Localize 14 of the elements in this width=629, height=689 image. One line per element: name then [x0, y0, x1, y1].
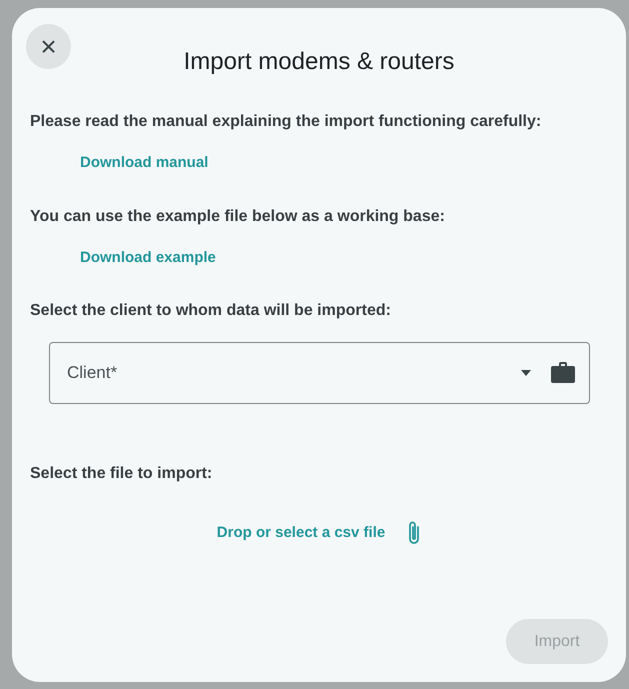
- select-placeholder: Client*: [67, 362, 118, 384]
- dropdown-caret-icon: [521, 370, 531, 376]
- section-heading: You can use the example file below as a working base:: [30, 206, 445, 226]
- paperclip-icon: [407, 520, 422, 546]
- close-button[interactable]: ×: [26, 24, 71, 69]
- download-link[interactable]: Download example: [80, 246, 216, 269]
- file-drop-link[interactable]: Drop or select a csv file: [216, 522, 386, 544]
- download-link[interactable]: Download manual: [80, 152, 208, 174]
- briefcase-icon: [551, 362, 575, 384]
- section-heading: Please read the manual explaining the import functioning carefully:: [30, 112, 542, 132]
- dialog-title: Import modems & routers: [182, 47, 456, 77]
- client-select[interactable]: Client*: [49, 342, 590, 404]
- section-heading: Select the file to import:: [30, 464, 214, 484]
- section-heading: Select the client to whom data will be imported:: [30, 301, 392, 321]
